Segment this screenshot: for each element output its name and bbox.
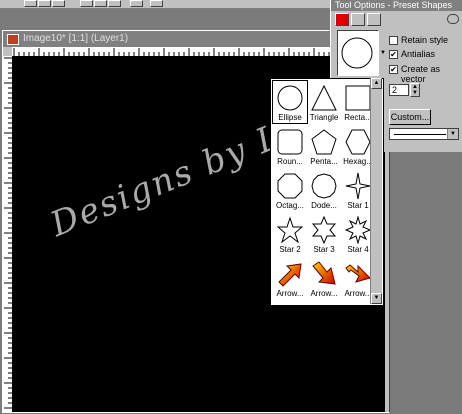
shape-item-star-2[interactable]: Star 2 bbox=[273, 213, 307, 255]
shape-item-ellipse[interactable]: Ellipse bbox=[272, 80, 308, 124]
shape-item-label: Star 2 bbox=[279, 245, 301, 254]
options-tab-icon[interactable] bbox=[351, 13, 365, 26]
tool-button[interactable] bbox=[52, 0, 65, 7]
antialias-checkbox[interactable]: ✔ bbox=[389, 50, 398, 59]
shape-item-label: Octag... bbox=[275, 201, 304, 210]
shape-picker-list: Ellipse Triangle Recta... Roun... Penta.… bbox=[270, 78, 384, 306]
tool-button[interactable] bbox=[80, 0, 93, 7]
dodecagon-icon bbox=[311, 173, 337, 199]
shape-item-label: Penta... bbox=[310, 157, 338, 166]
arrow-icon bbox=[278, 263, 302, 287]
star1-icon bbox=[345, 172, 371, 200]
arrow-icon bbox=[345, 264, 371, 283]
tool-button[interactable] bbox=[108, 0, 121, 7]
ruler-ticks bbox=[4, 57, 12, 409]
star3-icon bbox=[311, 216, 337, 244]
help-icon[interactable] bbox=[447, 14, 459, 24]
tool-options-title: Tool Options - Preset Shapes bbox=[335, 0, 453, 10]
shape-item-arrow-1[interactable]: Arrow... bbox=[273, 257, 307, 299]
style-tab-icon[interactable] bbox=[367, 13, 381, 26]
shape-item-label: Ellipse bbox=[278, 113, 302, 122]
tool-button[interactable] bbox=[38, 0, 51, 7]
document-icon bbox=[7, 34, 19, 45]
scroll-down-button[interactable]: ▼ bbox=[371, 293, 382, 304]
pentagon-icon bbox=[311, 129, 337, 155]
shape-item-label: Triangle bbox=[309, 113, 339, 122]
tool-button[interactable] bbox=[94, 0, 107, 7]
shape-item-rounded-rectangle[interactable]: Roun... bbox=[273, 125, 307, 167]
shape-item-star-3[interactable]: Star 3 bbox=[307, 213, 341, 255]
triangle-icon bbox=[311, 84, 337, 111]
shapes-tab-icon[interactable] bbox=[335, 13, 349, 26]
rectangle-icon bbox=[345, 85, 371, 111]
shape-item-dodecagon[interactable]: Dode... bbox=[307, 169, 341, 211]
arrow-icon bbox=[312, 261, 336, 285]
document-title: Image10* [1:1] (Layer1) bbox=[23, 33, 129, 44]
create-vector-checkbox[interactable]: ✔ bbox=[389, 65, 398, 74]
shape-item-label: Arrow... bbox=[310, 289, 338, 298]
star4-icon bbox=[345, 216, 371, 244]
shape-item-label: Roun... bbox=[277, 157, 303, 166]
chevron-down-icon[interactable]: ▼ bbox=[447, 129, 458, 139]
retain-style-checkbox[interactable] bbox=[389, 36, 398, 45]
shape-item-arrow-2[interactable]: Arrow... bbox=[307, 257, 341, 299]
ellipse-icon bbox=[277, 85, 303, 111]
chevron-down-icon[interactable]: ▼ bbox=[379, 30, 387, 76]
vertical-ruler bbox=[3, 56, 13, 412]
line-style-preview bbox=[394, 134, 446, 135]
custom-button[interactable]: Custom... bbox=[389, 109, 431, 125]
shape-item-label: Arrow... bbox=[276, 289, 304, 298]
shape-item-pentagon[interactable]: Penta... bbox=[307, 125, 341, 167]
shape-item-triangle[interactable]: Triangle bbox=[307, 81, 341, 123]
shape-item-label: Star 3 bbox=[313, 245, 335, 254]
line-style-dropdown[interactable]: ▼ bbox=[389, 128, 459, 140]
retain-style-label: Retain style bbox=[401, 35, 449, 45]
star2-icon bbox=[277, 216, 303, 244]
line-width-field[interactable]: 2 bbox=[389, 84, 409, 96]
tool-button[interactable] bbox=[24, 0, 37, 7]
ellipse-preview-icon bbox=[341, 37, 373, 69]
rounded-rectangle-icon bbox=[277, 129, 303, 155]
shape-item-label: Dode... bbox=[311, 201, 337, 210]
line-width-spinner[interactable]: ▲ ▼ bbox=[410, 83, 420, 97]
tool-button[interactable] bbox=[150, 0, 163, 7]
shape-item-octagon[interactable]: Octag... bbox=[273, 169, 307, 211]
hexagon-icon bbox=[345, 129, 371, 155]
tool-button[interactable] bbox=[130, 0, 143, 7]
scroll-up-button[interactable]: ▲ bbox=[371, 78, 382, 89]
shape-list-scrollbar[interactable]: ▲ ▼ bbox=[370, 78, 382, 304]
antialias-label: Antialias bbox=[401, 49, 436, 59]
preset-shape-selector[interactable] bbox=[337, 30, 379, 76]
octagon-icon bbox=[277, 173, 303, 199]
create-vector-label: Create as vector bbox=[401, 64, 441, 84]
tool-options-title-bar[interactable]: Tool Options - Preset Shapes bbox=[331, 0, 462, 11]
